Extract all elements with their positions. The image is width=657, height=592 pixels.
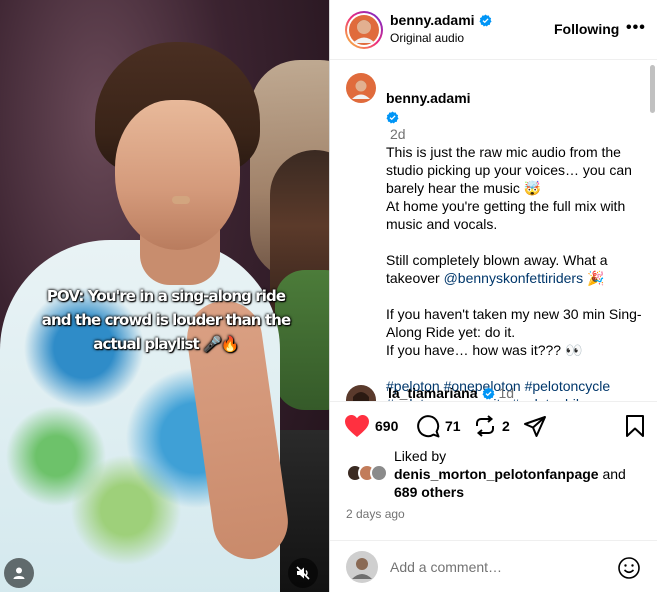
- post-panel: benny.adami Original audio Following •••: [329, 0, 657, 592]
- repost-count[interactable]: 2: [502, 418, 510, 434]
- user-icon: [13, 567, 25, 579]
- liker-avatars[interactable]: [346, 464, 392, 484]
- verified-badge-icon: [386, 111, 399, 124]
- muted-speaker-icon: [296, 566, 310, 580]
- avatar: [346, 551, 378, 583]
- caption-author-username[interactable]: benny.adami: [386, 90, 471, 106]
- verified-badge-icon: [481, 386, 495, 399]
- send-icon: [524, 416, 546, 437]
- comment-username[interactable]: la_tiamariana: [388, 385, 478, 401]
- repost-icon: [476, 415, 494, 437]
- post-author-username[interactable]: benny.adami: [390, 12, 475, 28]
- more-options-icon[interactable]: •••: [626, 19, 646, 37]
- mention-link[interactable]: @bennyskonfettiriders: [444, 270, 584, 286]
- avatar[interactable]: [346, 385, 376, 401]
- scrollbar[interactable]: [649, 61, 656, 401]
- share-button[interactable]: [523, 414, 547, 438]
- add-comment-bar: Add a comment…: [330, 540, 657, 592]
- post-header: benny.adami Original audio Following •••: [330, 0, 657, 60]
- caption-text: If you have… how was it??? 👀: [386, 342, 583, 358]
- avatar[interactable]: [344, 10, 384, 50]
- avatar[interactable]: [346, 73, 376, 103]
- like-button[interactable]: 690: [344, 414, 398, 438]
- post-author[interactable]: benny.adami: [390, 12, 492, 28]
- heart-icon: [345, 415, 369, 437]
- avatar[interactable]: [370, 464, 388, 482]
- action-bar: 690 71 2: [330, 401, 657, 451]
- scrollbar-thumb[interactable]: [650, 65, 655, 113]
- caption-text: This is just the raw mic audio from the …: [386, 144, 632, 196]
- comment-timestamp[interactable]: 1d: [499, 385, 515, 401]
- comment-count[interactable]: 71: [445, 418, 461, 434]
- face: [115, 100, 240, 250]
- repost-button[interactable]: 2: [473, 414, 510, 438]
- comment-preview: la_tiamariana 1d: [346, 383, 646, 401]
- liked-by-label: Liked by: [394, 448, 447, 464]
- comment-icon: [417, 415, 440, 438]
- verified-badge-icon: [479, 13, 492, 26]
- caption-text: 🎉: [583, 270, 605, 286]
- emoji-icon: [618, 557, 640, 579]
- emoji-button[interactable]: [617, 556, 641, 585]
- comment-input[interactable]: Add a comment…: [390, 559, 610, 575]
- reel-video[interactable]: POV: You're in a sing-along ride and the…: [0, 0, 329, 592]
- video-overlay-caption: POV: You're in a sing-along ride and the…: [41, 287, 291, 353]
- liked-by-others[interactable]: 689 others: [394, 484, 464, 500]
- liked-by: Liked by denis_morton_pelotonfanpage and…: [346, 446, 646, 502]
- save-button[interactable]: [624, 414, 646, 438]
- caption-timestamp[interactable]: 2d: [390, 126, 406, 142]
- audio-label[interactable]: Original audio: [390, 31, 464, 45]
- liked-by-user[interactable]: denis_morton_pelotonfanpage: [394, 466, 599, 482]
- headset-mic: [172, 196, 190, 204]
- bookmark-icon: [626, 415, 644, 437]
- post-date[interactable]: 2 days ago: [346, 507, 405, 521]
- mute-button[interactable]: [288, 558, 318, 588]
- like-count[interactable]: 690: [375, 418, 398, 434]
- liked-by-and: and: [598, 466, 626, 482]
- user-tags-button[interactable]: [4, 558, 34, 588]
- comment-button[interactable]: 71: [416, 414, 461, 438]
- caption-text: If you haven't taken my new 30 min Sing-…: [386, 306, 642, 340]
- following-button[interactable]: Following: [554, 21, 619, 37]
- comments-scroll-area[interactable]: benny.adami 2d This is just the raw mic …: [330, 61, 657, 401]
- caption-text: At home you're getting the full mix with…: [386, 198, 626, 232]
